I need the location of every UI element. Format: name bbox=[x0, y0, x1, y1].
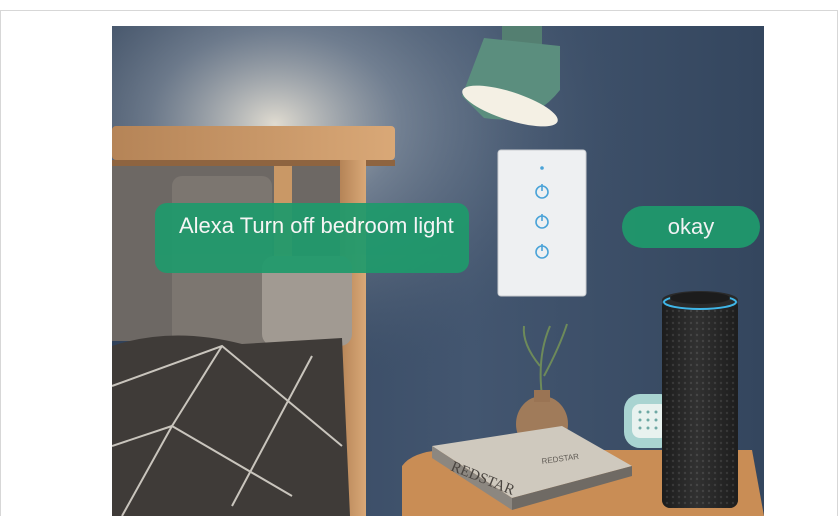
echo-speaker bbox=[662, 291, 738, 508]
user-command-bubble: Alexa Turn off bedroom light bbox=[155, 203, 469, 273]
smart-wall-switch bbox=[497, 149, 587, 297]
duvet bbox=[112, 335, 350, 516]
assistant-reply-bubble: okay bbox=[622, 206, 760, 248]
